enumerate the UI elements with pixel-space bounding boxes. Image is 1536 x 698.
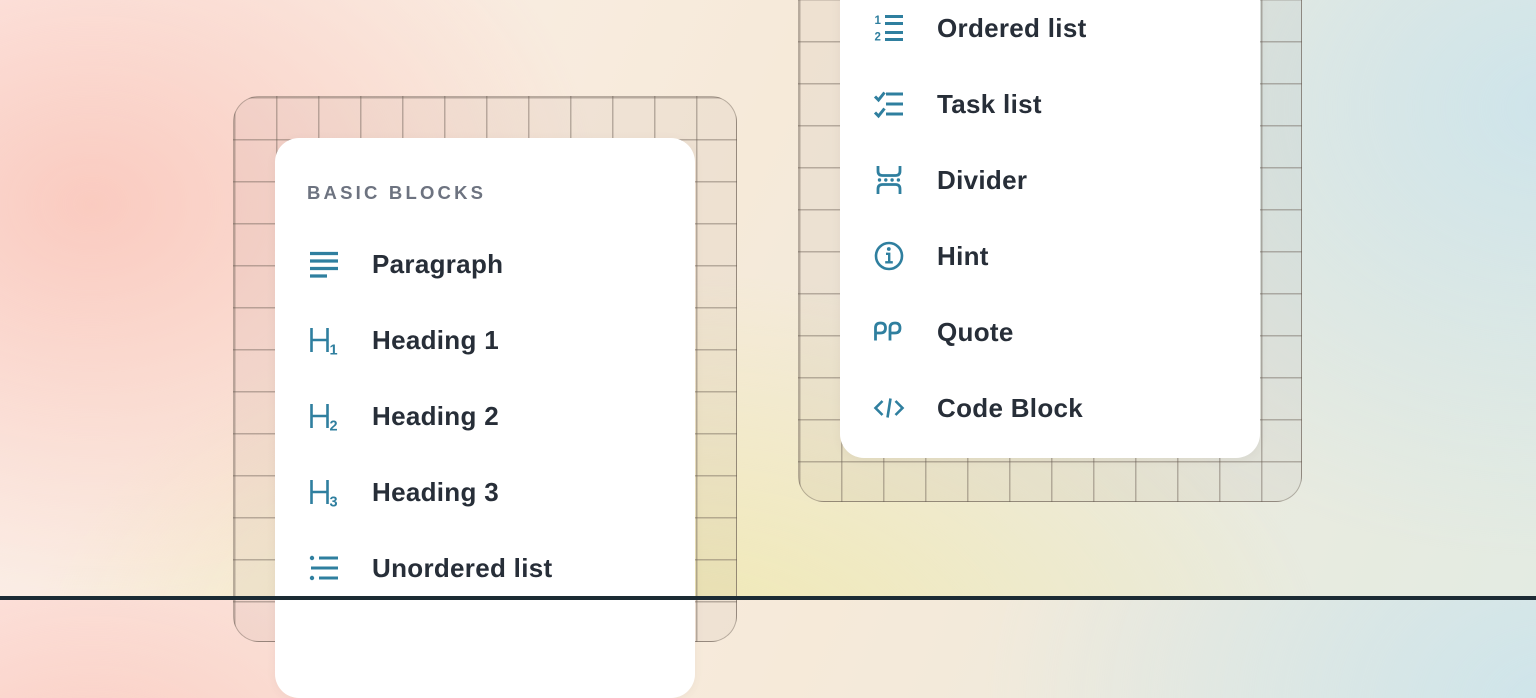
menu-item-heading-3[interactable]: 3 Heading 3 [307, 454, 677, 530]
menu-item-heading-2[interactable]: 2 Heading 2 [307, 378, 677, 454]
menu-item-quote[interactable]: Quote [872, 294, 1242, 370]
task-list-icon [872, 87, 906, 121]
menu-item-hint[interactable]: Hint [872, 218, 1242, 294]
menu-item-label: Paragraph [372, 251, 503, 277]
heading-1-icon: 1 [307, 323, 341, 357]
menu-item-label: Code Block [937, 395, 1083, 421]
svg-text:3: 3 [330, 495, 338, 509]
menu-item-heading-1[interactable]: 1 Heading 1 [307, 302, 677, 378]
menu-item-label: Heading 2 [372, 403, 499, 429]
menu-item-label: Heading 1 [372, 327, 499, 353]
unordered-list-icon [307, 551, 341, 585]
heading-3-icon: 3 [307, 475, 341, 509]
basic-blocks-menu: BASIC BLOCKS Paragraph 1 Heading 1 2 Headi… [275, 138, 695, 698]
block-picker-screen: { "colors": { "accent": "#2f7f9f", "labe… [0, 0, 1536, 600]
menu-item-label: Task list [937, 91, 1042, 117]
menu-item-label: Ordered list [937, 15, 1087, 41]
menu-section-title: BASIC BLOCKS [307, 178, 677, 208]
svg-text:1: 1 [330, 343, 338, 357]
menu-item-label: Unordered list [372, 555, 552, 581]
menu-item-ordered-list[interactable]: 1 2 Ordered list [872, 0, 1242, 66]
menu-item-task-list[interactable]: Task list [872, 66, 1242, 142]
hint-icon [872, 239, 906, 273]
menu-list-secondary-blocks: 1 2 Ordered list Task list Divider Hint Q… [872, 0, 1242, 446]
menu-item-unordered-list[interactable]: Unordered list [307, 530, 677, 606]
bottom-edge-strip [0, 596, 1536, 600]
menu-item-code-block[interactable]: Code Block [872, 370, 1242, 446]
quote-icon [872, 315, 906, 349]
menu-list-basic-blocks: Paragraph 1 Heading 1 2 Heading 2 3 Heading… [307, 226, 677, 606]
ordered-list-icon: 1 2 [872, 11, 906, 45]
svg-text:1: 1 [875, 15, 882, 27]
menu-item-label: Divider [937, 167, 1027, 193]
divider-icon [872, 163, 906, 197]
menu-item-label: Quote [937, 319, 1014, 345]
heading-2-icon: 2 [307, 399, 341, 433]
svg-text:2: 2 [330, 419, 338, 433]
secondary-blocks-menu: 1 2 Ordered list Task list Divider Hint Q… [840, 0, 1260, 458]
svg-text:2: 2 [875, 32, 881, 44]
menu-item-paragraph[interactable]: Paragraph [307, 226, 677, 302]
menu-item-divider[interactable]: Divider [872, 142, 1242, 218]
code-block-icon [872, 391, 906, 425]
menu-item-label: Hint [937, 243, 989, 269]
menu-item-label: Heading 3 [372, 479, 499, 505]
paragraph-icon [307, 247, 341, 281]
